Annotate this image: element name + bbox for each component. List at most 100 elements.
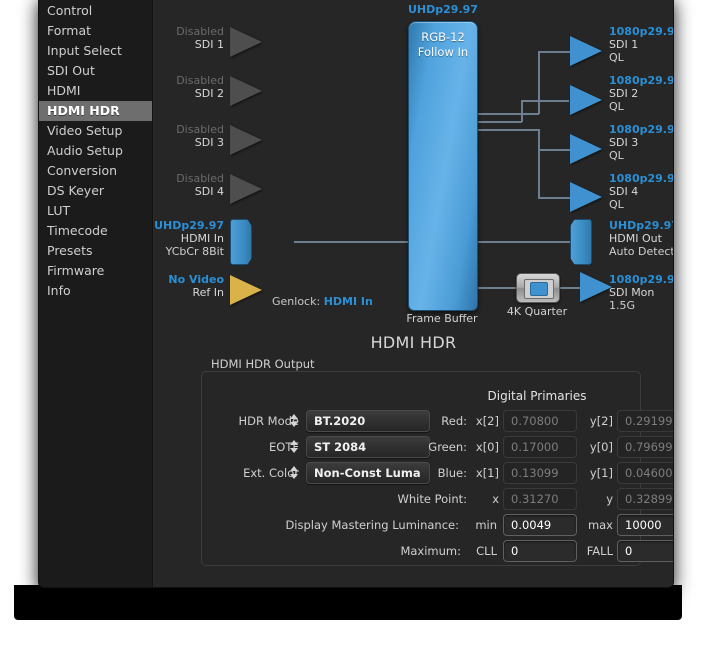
- wire-fb-out-c: [476, 129, 539, 131]
- red-x-field[interactable]: [503, 410, 577, 432]
- wire-h-sdi3: [538, 149, 570, 151]
- hdr-mode-select[interactable]: BT.2020: [306, 410, 430, 432]
- hdmi-connector-icon-out: [570, 219, 592, 265]
- sidebar-item-ds-keyer[interactable]: DS Keyer: [39, 181, 152, 201]
- input-label-hdmi-in: UHDp29.97 HDMI In YCbCr 8Bit: [146, 219, 224, 258]
- mastering-max-label: max: [573, 513, 613, 537]
- eotf-label: EOTF: [201, 435, 299, 459]
- maximum-fall-label: FALL: [573, 539, 613, 563]
- genlock-status: Genlock: HDMI In: [272, 295, 373, 308]
- mastering-min-field[interactable]: [503, 514, 577, 536]
- frame-buffer-block: RGB-12 Follow In: [408, 21, 478, 311]
- maximum-fall-field[interactable]: [617, 540, 674, 562]
- wire-h-sdi4: [538, 197, 570, 199]
- genlock-label: Genlock:: [272, 295, 320, 308]
- input-label-sdi4: Disabled SDI 4: [154, 172, 224, 198]
- sidebar-item-sdi-out[interactable]: SDI Out: [39, 61, 152, 81]
- digital-primaries-title: Digital Primaries: [447, 389, 627, 403]
- triangle-gray-icon-sdi1: [230, 27, 262, 57]
- wire-h-sdi1: [538, 51, 570, 53]
- quarter-frame-icon: [516, 273, 560, 303]
- wire-h-sdi2: [521, 100, 569, 102]
- blue-y-field[interactable]: [617, 462, 674, 484]
- sidebar-item-lut[interactable]: LUT: [39, 201, 152, 221]
- triangle-gray-icon-sdi3: [230, 125, 262, 155]
- sidebar-item-format[interactable]: Format: [39, 21, 152, 41]
- sidebar-item-hdmi-hdr[interactable]: HDMI HDR: [39, 101, 152, 121]
- blue-y-label: y[1]: [583, 461, 613, 485]
- frame-buffer-inner: RGB-12 Follow In: [409, 22, 477, 60]
- wire-fb-out-b: [476, 121, 522, 123]
- page-title: HDMI HDR: [154, 333, 673, 352]
- white-point-x-label: x: [469, 487, 499, 511]
- blue-label: Blue:: [415, 461, 467, 485]
- green-y-field[interactable]: [617, 436, 674, 458]
- sidebar-item-control[interactable]: Control: [39, 1, 152, 21]
- blue-x-label: x[1]: [469, 461, 499, 485]
- input-label-sdi2: Disabled SDI 2: [154, 74, 224, 100]
- white-point-x-field[interactable]: [503, 488, 577, 510]
- wire-quarter-to-mon: [558, 287, 580, 289]
- wire-fb-to-quarter: [476, 287, 518, 289]
- sidebar-item-input-select[interactable]: Input Select: [39, 41, 152, 61]
- blue-x-field[interactable]: [503, 462, 577, 484]
- output-label-hdmi-out: UHDp29.97 HDMI Out Auto Detect: [609, 219, 674, 258]
- wire-hdmi-out: [476, 241, 570, 243]
- output-label-sdi4: 1080p29.97 SDI 4 QL: [609, 172, 674, 211]
- output-label-sdi1: 1080p29.97 SDI 1 QL: [609, 25, 674, 64]
- triangle-blue-icon-out-sdi4: [570, 182, 602, 212]
- sidebar-item-timecode[interactable]: Timecode: [39, 221, 152, 241]
- triangle-gray-icon-sdi2: [230, 76, 262, 106]
- window-shadow: [14, 585, 682, 620]
- input-label-sdi1: Disabled SDI 1: [154, 25, 224, 51]
- signal-flow-diagram: Disabled SDI 1 Disabled SDI 2 Disabled S…: [154, 0, 673, 335]
- quarter-frame-fill: [530, 282, 548, 296]
- app-window: Control Format Input Select SDI Out HDMI…: [38, 0, 674, 588]
- input-label-sdi3: Disabled SDI 3: [154, 123, 224, 149]
- sidebar-item-firmware[interactable]: Firmware: [39, 261, 152, 281]
- green-x-field[interactable]: [503, 436, 577, 458]
- ext-color-label: Ext. Color: [201, 461, 299, 485]
- screen: Control Format Input Select SDI Out HDMI…: [0, 0, 720, 651]
- red-y-label: y[2]: [583, 409, 613, 433]
- group-title: HDMI HDR Output: [211, 357, 315, 371]
- triangle-blue-icon-out-sdi1: [570, 36, 602, 66]
- hdmi-connector-icon-in: [230, 219, 252, 265]
- white-point-y-label: y: [583, 487, 613, 511]
- sidebar-item-hdmi[interactable]: HDMI: [39, 81, 152, 101]
- sidebar-item-conversion[interactable]: Conversion: [39, 161, 152, 181]
- sidebar: Control Format Input Select SDI Out HDMI…: [39, 0, 153, 587]
- sidebar-item-video-setup[interactable]: Video Setup: [39, 121, 152, 141]
- white-point-y-field[interactable]: [617, 488, 674, 510]
- sidebar-item-presets[interactable]: Presets: [39, 241, 152, 261]
- maximum-cll-field[interactable]: [503, 540, 577, 562]
- hdmi-hdr-output-group: HDMI HDR Output Digital Primaries HDR Mo…: [201, 371, 641, 566]
- main-content: Disabled SDI 1 Disabled SDI 2 Disabled S…: [154, 0, 673, 587]
- ext-color-select[interactable]: Non-Const Luma: [306, 462, 430, 484]
- wire-hdmi-in: [294, 241, 409, 243]
- output-label-sdi-mon: 1080p29.97 SDI Mon 1.5G: [609, 273, 674, 312]
- frame-buffer-line1: RGB-12: [409, 30, 477, 45]
- triangle-blue-icon-out-sdi2: [570, 85, 602, 115]
- maximum-label: Maximum:: [351, 539, 461, 563]
- input-label-ref-in: No Video Ref In: [154, 273, 224, 299]
- frame-buffer-line2: Follow In: [409, 45, 477, 60]
- wire-v-sdi1: [538, 51, 540, 114]
- frame-buffer-caption: Frame Buffer: [398, 312, 486, 325]
- green-y-label: y[0]: [583, 435, 613, 459]
- quarter-label: 4K Quarter: [502, 305, 572, 318]
- triangle-blue-icon-out-sdi3: [570, 134, 602, 164]
- red-y-field[interactable]: [617, 410, 674, 432]
- sidebar-item-audio-setup[interactable]: Audio Setup: [39, 141, 152, 161]
- red-x-label: x[2]: [469, 409, 499, 433]
- triangle-blue-icon-out-sdi-mon: [580, 272, 612, 302]
- green-x-label: x[0]: [469, 435, 499, 459]
- mastering-luminance-label: Display Mastering Luminance:: [261, 513, 459, 537]
- triangle-gold-icon-ref-in: [230, 275, 262, 305]
- mastering-max-field[interactable]: [617, 514, 674, 536]
- white-point-label: White Point:: [351, 487, 467, 511]
- output-label-sdi2: 1080p29.97 SDI 2 QL: [609, 74, 674, 113]
- sidebar-item-info[interactable]: Info: [39, 281, 152, 301]
- mastering-min-label: min: [463, 513, 497, 537]
- wire-v-sdi2: [521, 100, 523, 122]
